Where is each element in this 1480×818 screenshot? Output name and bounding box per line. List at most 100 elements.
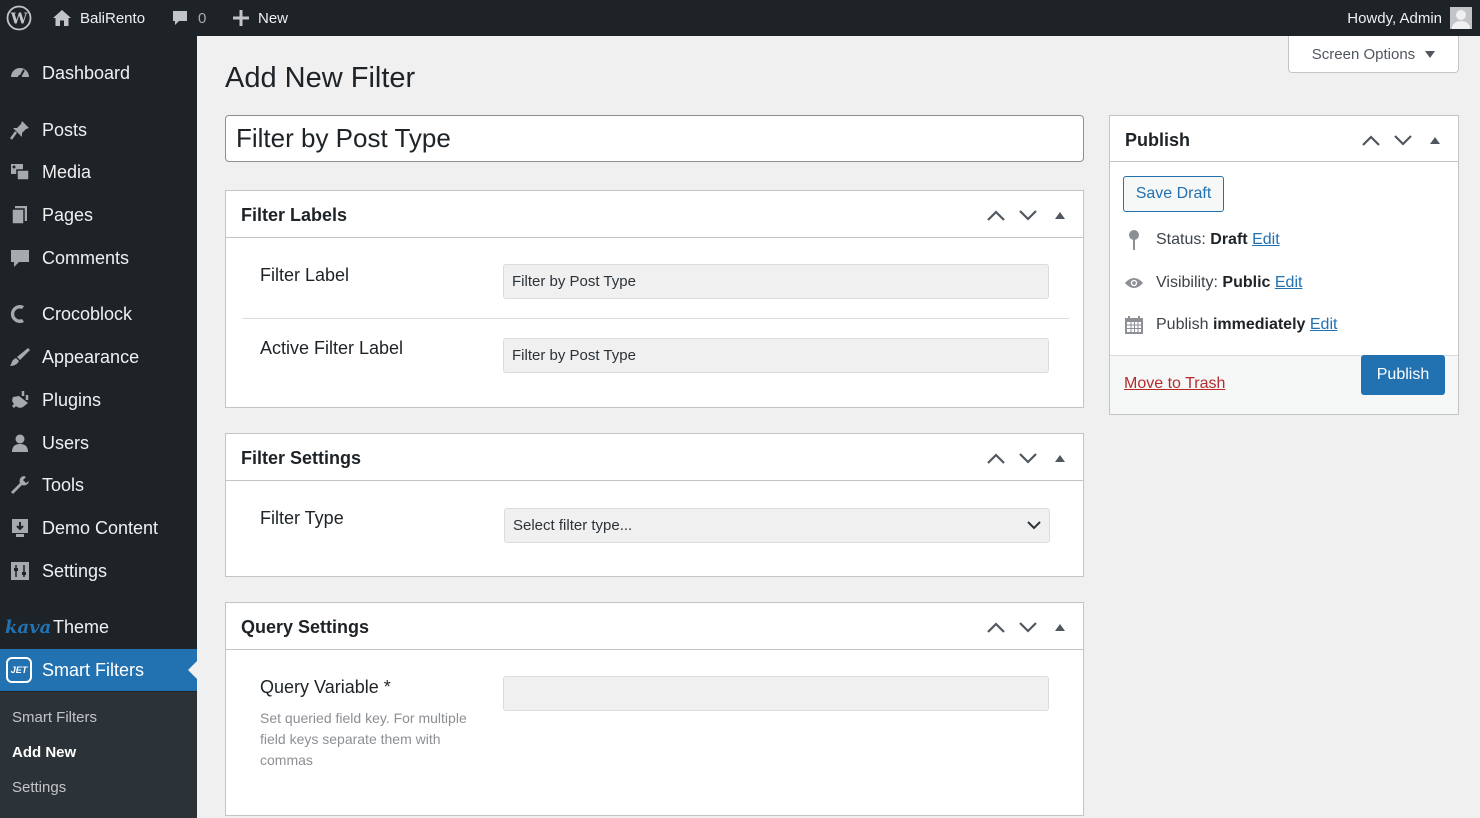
admin-bar: W BaliRento 0 New Howdy, Admin: [0, 0, 1480, 36]
kava-logo: kava: [5, 616, 52, 638]
visibility-text: Visibility: Public Edit: [1156, 274, 1302, 292]
download-icon: [8, 516, 32, 540]
move-up-icon[interactable]: [983, 445, 1009, 471]
filter-settings-box: Filter Settings Filter Type Select filte…: [225, 433, 1084, 577]
post-title-input[interactable]: Filter by Post Type: [225, 115, 1084, 162]
visibility-edit-link[interactable]: Edit: [1275, 274, 1303, 291]
sidebar-item-comments[interactable]: Comments: [0, 238, 197, 278]
wordpress-logo-icon[interactable]: W: [6, 0, 32, 36]
move-down-icon[interactable]: [1390, 127, 1416, 153]
sidebar-item-label: Theme: [53, 616, 110, 637]
move-down-icon[interactable]: [1015, 614, 1041, 640]
calendar-icon: [1124, 314, 1144, 336]
sidebar-item-label: Dashboard: [42, 62, 131, 83]
box-header: Publish: [1110, 116, 1458, 162]
sidebar-item-posts[interactable]: Posts: [0, 110, 197, 150]
box-controls: [1358, 127, 1448, 153]
dashboard-icon: [8, 61, 32, 85]
sidebar-item-theme[interactable]: kava Theme: [0, 607, 197, 647]
schedule-edit-link[interactable]: Edit: [1310, 316, 1338, 333]
box-header: Filter Settings: [226, 434, 1083, 481]
sidebar-item-label: Appearance: [42, 346, 140, 367]
sidebar-item-label: Posts: [42, 119, 88, 140]
sidebar-item-dashboard[interactable]: Dashboard: [0, 53, 197, 93]
site-name-link[interactable]: BaliRento: [52, 0, 145, 36]
new-content-link[interactable]: New: [232, 0, 288, 36]
submenu-item-settings[interactable]: Settings: [12, 779, 66, 796]
move-up-icon[interactable]: [1358, 127, 1384, 153]
user-icon: [8, 431, 32, 455]
filter-type-select[interactable]: Select filter type...: [504, 508, 1050, 543]
site-name: BaliRento: [80, 9, 146, 27]
wrench-icon: [8, 473, 32, 497]
sidebar-item-demo-content[interactable]: Demo Content: [0, 508, 197, 548]
brush-icon: [8, 345, 32, 369]
screen-options-button[interactable]: Screen Options: [1288, 36, 1459, 73]
publish-button[interactable]: Publish: [1361, 355, 1445, 395]
collapse-toggle-icon[interactable]: [1047, 445, 1073, 471]
schedule-row: Publish immediately Edit: [1124, 314, 1337, 336]
sidebar-item-pages[interactable]: Pages: [0, 195, 197, 235]
box-controls: [983, 614, 1073, 640]
box-controls: [983, 202, 1073, 228]
query-settings-box: Query Settings Query Variable * Set quer…: [225, 602, 1084, 816]
sidebar-item-media[interactable]: Media: [0, 152, 197, 192]
visibility-value: Public: [1222, 274, 1271, 291]
sidebar-item-label: Comments: [42, 247, 130, 268]
box-title: Publish: [1125, 130, 1191, 150]
sidebar-item-label: Plugins: [42, 389, 102, 410]
sidebar-item-crocoblock[interactable]: Crocoblock: [0, 294, 197, 334]
pages-icon: [8, 203, 32, 227]
move-down-icon[interactable]: [1015, 445, 1041, 471]
comments-link[interactable]: 0: [170, 0, 206, 36]
box-header: Filter Labels: [226, 191, 1083, 238]
move-to-trash-link[interactable]: Move to Trash: [1124, 375, 1225, 393]
filter-label-input[interactable]: Filter by Post Type: [503, 264, 1049, 299]
sidebar-item-settings[interactable]: Settings: [0, 551, 197, 591]
active-filter-label-input[interactable]: Filter by Post Type: [503, 338, 1049, 373]
collapse-toggle-icon[interactable]: [1047, 614, 1073, 640]
sidebar-item-smart-filters[interactable]: JET Smart Filters: [0, 649, 197, 691]
sidebar-item-label: Demo Content: [42, 517, 159, 538]
filter-labels-box: Filter Labels Filter Label Filter by Pos…: [225, 190, 1084, 408]
sidebar-item-plugins[interactable]: Plugins: [0, 380, 197, 420]
chevron-down-icon: [1027, 517, 1041, 534]
comments-count: 0: [198, 9, 207, 27]
move-down-icon[interactable]: [1015, 202, 1041, 228]
submenu-item-smart-filters[interactable]: Smart Filters: [12, 709, 97, 726]
box-header: Query Settings: [226, 603, 1083, 650]
save-draft-button[interactable]: Save Draft: [1123, 176, 1224, 212]
schedule-label: Publish: [1156, 316, 1209, 333]
sidebar-item-label: Crocoblock: [42, 303, 133, 324]
status-edit-link[interactable]: Edit: [1252, 231, 1280, 248]
schedule-text: Publish immediately Edit: [1156, 316, 1337, 334]
visibility-row: Visibility: Public Edit: [1124, 272, 1302, 294]
field-divider: [242, 318, 1069, 319]
collapse-toggle-icon[interactable]: [1422, 127, 1448, 153]
filter-type-value: Select filter type...: [513, 517, 633, 534]
settings-icon: [8, 559, 32, 583]
publish-box: Publish Save Draft Status: Draft Edit Vi…: [1109, 115, 1459, 415]
visibility-label: Visibility:: [1156, 274, 1218, 291]
schedule-value: immediately: [1212, 316, 1306, 333]
account-menu[interactable]: Howdy, Admin: [1347, 0, 1472, 36]
sidebar-item-users[interactable]: Users: [0, 423, 197, 463]
pin-icon: [8, 118, 32, 142]
move-up-icon[interactable]: [983, 614, 1009, 640]
admin-sidebar: Dashboard Posts Media Pages Comments Cro…: [0, 36, 197, 818]
status-text: Status: Draft Edit: [1156, 231, 1280, 249]
new-label: New: [258, 9, 289, 27]
submenu-item-add-new[interactable]: Add New: [12, 744, 76, 761]
active-filter-label-label: Active Filter Label: [260, 338, 404, 358]
home-icon: [52, 8, 72, 28]
sidebar-item-appearance[interactable]: Appearance: [0, 337, 197, 377]
query-variable-input[interactable]: [503, 676, 1049, 711]
sidebar-item-tools[interactable]: Tools: [0, 465, 197, 505]
jet-icon: JET: [6, 657, 32, 683]
box-title: Filter Labels: [241, 205, 348, 225]
screen-options-label: Screen Options: [1311, 45, 1416, 63]
collapse-toggle-icon[interactable]: [1047, 202, 1073, 228]
move-up-icon[interactable]: [983, 202, 1009, 228]
media-icon: [8, 160, 32, 184]
box-title: Filter Settings: [241, 448, 362, 468]
